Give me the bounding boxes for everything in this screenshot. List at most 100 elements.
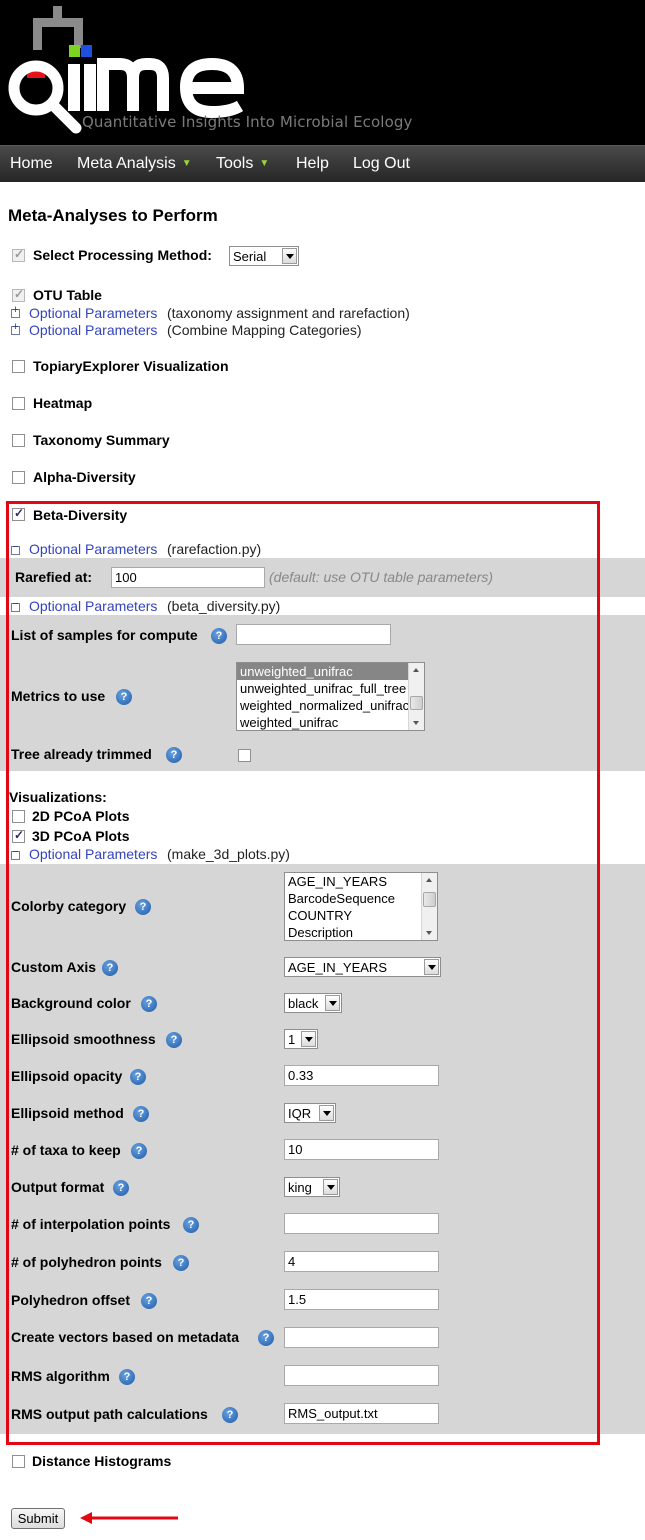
nav-home[interactable]: Home <box>10 155 53 173</box>
pcoa-3d-checkbox[interactable] <box>12 828 25 843</box>
colorby-option[interactable]: Description <box>285 924 437 940</box>
visualizations-heading: Visualizations: <box>9 789 107 805</box>
metrics-option[interactable]: weighted_normalized_unifrac <box>237 697 424 714</box>
background-color-label: Background color <box>11 995 131 1011</box>
submit-button[interactable]: Submit <box>11 1508 65 1529</box>
help-icon[interactable]: ? <box>102 960 118 976</box>
colorby-label: Colorby category <box>11 898 127 914</box>
rms-algorithm-label: RMS algorithm <box>11 1368 110 1384</box>
colorby-option[interactable]: COUNTRY <box>285 907 437 924</box>
tree-trimmed-checkbox[interactable] <box>238 749 251 762</box>
topiary-checkbox[interactable] <box>12 360 25 373</box>
scroll-thumb[interactable] <box>410 696 423 710</box>
help-icon[interactable]: ? <box>141 1293 157 1309</box>
help-icon[interactable]: ? <box>133 1106 149 1122</box>
output-format-value: king <box>288 1180 312 1195</box>
scroll-thumb[interactable] <box>423 892 436 907</box>
samples-label: List of samples for compute <box>11 627 198 643</box>
polyhedron-offset-input[interactable] <box>284 1289 439 1310</box>
help-icon[interactable]: ? <box>116 689 132 705</box>
custom-axis-select[interactable]: AGE_IN_YEARS <box>284 957 441 977</box>
help-icon[interactable]: ? <box>183 1217 199 1233</box>
help-icon[interactable]: ? <box>173 1255 189 1271</box>
taxa-to-keep-label: # of taxa to keep <box>11 1142 121 1158</box>
chevron-down-icon <box>319 1105 334 1121</box>
help-icon[interactable]: ? <box>258 1330 274 1346</box>
background-color-select[interactable]: black <box>284 993 342 1013</box>
scroll-up-icon[interactable] <box>422 873 437 887</box>
colorby-scrollbar[interactable] <box>421 873 437 940</box>
otu-optional-params-link-2[interactable]: Optional Parameters <box>29 322 157 338</box>
polyhedron-points-label: # of polyhedron points <box>11 1254 162 1270</box>
distance-histograms-checkbox[interactable] <box>12 1455 25 1468</box>
scroll-up-icon[interactable] <box>409 663 424 677</box>
nav-help[interactable]: Help <box>296 155 329 173</box>
help-icon[interactable]: ? <box>222 1407 238 1423</box>
otu-table-label: OTU Table <box>33 287 102 303</box>
custom-axis-value: AGE_IN_YEARS <box>288 960 387 975</box>
taxa-to-keep-input[interactable] <box>284 1139 439 1160</box>
metrics-listbox[interactable]: unweighted_unifrac unweighted_unifrac_fu… <box>236 662 425 731</box>
interpolation-points-input[interactable] <box>284 1213 439 1234</box>
processing-method-value: Serial <box>233 249 267 264</box>
ellipsoid-opacity-input[interactable] <box>284 1065 439 1086</box>
help-icon[interactable]: ? <box>166 1032 182 1048</box>
rms-output-path-input[interactable] <box>284 1403 439 1424</box>
scroll-down-icon[interactable] <box>422 926 437 940</box>
plots-optional-params-link[interactable]: Optional Parameters <box>29 846 157 862</box>
metrics-option[interactable]: unweighted_unifrac_full_tree <box>237 680 424 697</box>
rarefaction-optional-params-link[interactable]: Optional Parameters <box>29 541 157 557</box>
scroll-down-icon[interactable] <box>409 716 424 730</box>
heatmap-label: Heatmap <box>33 395 93 411</box>
help-icon[interactable]: ? <box>211 628 227 644</box>
help-icon[interactable]: ? <box>166 747 182 763</box>
help-icon[interactable]: ? <box>141 996 157 1012</box>
collapse-icon[interactable]: − <box>11 542 20 555</box>
output-format-select[interactable]: king <box>284 1177 340 1197</box>
colorby-option[interactable]: BarcodeSequence <box>285 890 437 907</box>
collapse-icon[interactable]: − <box>11 599 20 612</box>
ellipsoid-smoothness-select[interactable]: 1 <box>284 1029 318 1049</box>
processing-method-select[interactable]: Serial <box>229 246 299 266</box>
help-icon[interactable]: ? <box>113 1180 129 1196</box>
rms-algorithm-input[interactable] <box>284 1365 439 1386</box>
nav-logout[interactable]: Log Out <box>353 155 410 173</box>
taxonomy-summary-checkbox[interactable] <box>12 434 25 447</box>
polyhedron-points-input[interactable] <box>284 1251 439 1272</box>
help-icon[interactable]: ? <box>135 899 151 915</box>
output-format-label: Output format <box>11 1179 105 1195</box>
site-header: Quantitative Insights Into Microbial Eco… <box>0 0 645 145</box>
beta-diversity-optional-params-link[interactable]: Optional Parameters <box>29 598 157 614</box>
otu-optional-params-note-2: (Combine Mapping Categories) <box>167 322 362 338</box>
help-icon[interactable]: ? <box>131 1143 147 1159</box>
nav-tools[interactable]: Tools ▼ <box>216 155 269 173</box>
nav-logout-label: Log Out <box>353 155 410 172</box>
metrics-scrollbar[interactable] <box>408 663 424 730</box>
expand-icon[interactable]: + <box>11 322 20 335</box>
pcoa-2d-checkbox[interactable] <box>12 810 25 823</box>
heatmap-checkbox[interactable] <box>12 397 25 410</box>
ellipsoid-opacity-label: Ellipsoid opacity <box>11 1068 123 1084</box>
nav-meta-analysis-label: Meta Analysis <box>77 155 176 172</box>
colorby-option[interactable]: AGE_IN_YEARS <box>285 873 437 890</box>
ellipsoid-method-select[interactable]: IQR <box>284 1103 336 1123</box>
otu-optional-params-link-1[interactable]: Optional Parameters <box>29 305 157 321</box>
tree-trimmed-label: Tree already trimmed <box>11 746 152 762</box>
beta-diversity-checkbox[interactable] <box>12 506 25 521</box>
chevron-down-icon <box>301 1031 316 1047</box>
alpha-diversity-checkbox[interactable] <box>12 471 25 484</box>
metrics-option[interactable]: unweighted_unifrac <box>237 663 424 680</box>
page-title: Meta-Analyses to Perform <box>8 206 218 225</box>
vectors-metadata-input[interactable] <box>284 1327 439 1348</box>
metrics-option[interactable]: weighted_unifrac <box>237 714 424 730</box>
help-icon[interactable]: ? <box>119 1369 135 1385</box>
expand-icon[interactable]: + <box>11 305 20 318</box>
colorby-listbox[interactable]: AGE_IN_YEARS BarcodeSequence COUNTRY Des… <box>284 872 438 941</box>
topiary-label: TopiaryExplorer Visualization <box>33 358 229 374</box>
nav-meta-analysis[interactable]: Meta Analysis ▼ <box>77 155 192 173</box>
rarefied-at-input[interactable] <box>111 567 265 588</box>
help-icon[interactable]: ? <box>130 1069 146 1085</box>
collapse-icon[interactable]: − <box>11 847 20 860</box>
samples-input[interactable] <box>236 624 391 645</box>
rarefied-at-note: (default: use OTU table parameters) <box>269 569 494 585</box>
